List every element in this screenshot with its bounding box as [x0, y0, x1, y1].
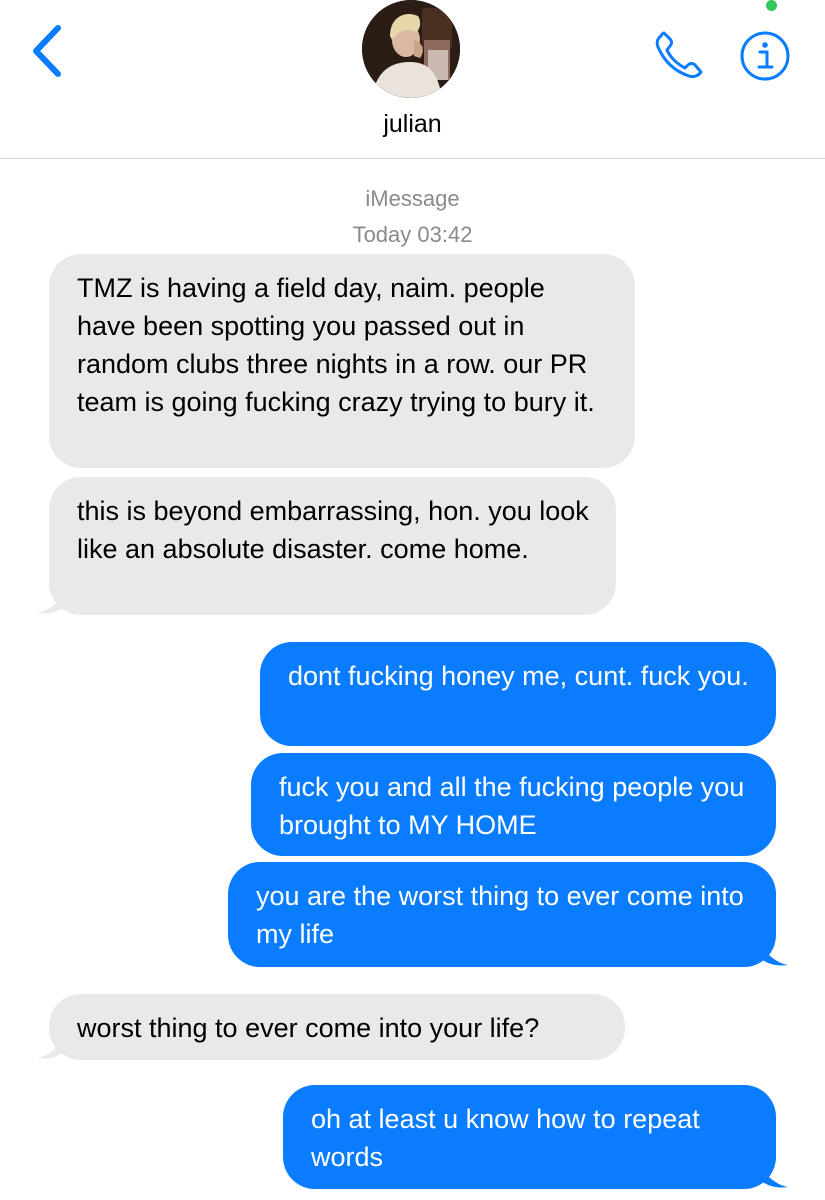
contact-avatar[interactable] [362, 0, 460, 98]
info-icon [740, 31, 790, 81]
incoming-message-bubble[interactable]: worst thing to ever come into your life? [49, 994, 625, 1060]
info-button[interactable] [739, 30, 791, 82]
outgoing-bubble-tail [760, 1163, 788, 1188]
message-text: dont fucking honey me, cunt. fuck you. [288, 661, 749, 691]
outgoing-message-bubble[interactable]: dont fucking honey me, cunt. fuck you. [260, 642, 776, 746]
avatar-photo [362, 0, 460, 98]
incoming-bubble-tail [37, 1034, 65, 1059]
incoming-message-bubble[interactable]: this is beyond embarrassing, hon. you lo… [49, 477, 616, 615]
conversation-header: julian [0, 0, 825, 159]
back-button[interactable] [26, 24, 70, 78]
message-timestamp: Today 03:42 [352, 222, 473, 247]
phone-icon [655, 31, 703, 79]
incoming-message-bubble[interactable]: TMZ is having a field day, naim. people … [49, 254, 635, 468]
call-button[interactable] [652, 30, 708, 80]
message-text: TMZ is having a field day, naim. people … [77, 273, 595, 417]
outgoing-message-bubble[interactable]: you are the worst thing to ever come int… [228, 862, 776, 967]
service-label: iMessage [365, 186, 460, 211]
message-text: fuck you and all the fucking people you … [279, 772, 745, 840]
outgoing-message-bubble[interactable]: oh at least u know how to repeat words [283, 1085, 776, 1189]
contact-name[interactable]: julian [0, 110, 825, 139]
chevron-left-icon [33, 25, 61, 77]
message-text: worst thing to ever come into your life? [77, 1013, 540, 1043]
status-indicator-dot [766, 0, 777, 11]
message-text: oh at least u know how to repeat words [311, 1104, 700, 1172]
incoming-bubble-tail [37, 589, 65, 614]
outgoing-message-bubble[interactable]: fuck you and all the fucking people you … [251, 753, 776, 856]
outgoing-bubble-tail [760, 941, 788, 966]
message-text: you are the worst thing to ever come int… [256, 881, 744, 949]
message-text: this is beyond embarrassing, hon. you lo… [77, 496, 589, 564]
